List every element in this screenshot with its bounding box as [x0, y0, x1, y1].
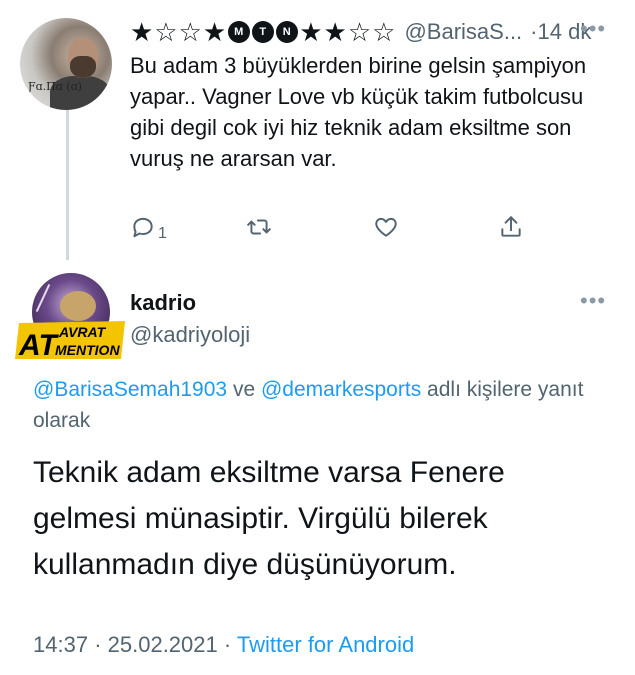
like-button[interactable] [373, 214, 399, 245]
display-name-stars-end: ★★☆☆ [299, 16, 397, 47]
retweet-icon [246, 214, 272, 245]
name-badge-t: T [252, 21, 275, 43]
more-options-icon[interactable]: ••• [580, 288, 606, 314]
avatar-tattoo-text: Ƒɑ.Πɑ (ɑ) [28, 80, 82, 93]
user-handle[interactable]: @kadriyoloji [130, 322, 250, 348]
avatar[interactable]: Ƒɑ.Πɑ (ɑ) [20, 18, 112, 110]
reply-icon [130, 214, 156, 245]
user-handle[interactable]: @BarisaS... [404, 19, 522, 45]
reply-count: 1 [158, 224, 167, 242]
share-button[interactable] [498, 214, 524, 245]
tweet-actions: 1 [130, 214, 530, 250]
tweet-time[interactable]: 14:37 [33, 632, 88, 657]
tweet-header: ★☆☆★ M T N ★★☆☆ @BarisaS... ·14 dk [130, 14, 610, 50]
thread-connector-line [66, 104, 69, 260]
tweet-text: Teknik adam eksiltme varsa Fenere gelmes… [33, 456, 505, 581]
avatar-lightning-bolt [35, 283, 51, 313]
tweet-text: Bu adam 3 büyüklerden birine gelsin şamp… [130, 53, 587, 171]
name-badge-n: N [276, 21, 299, 43]
reply-button[interactable]: 1 [130, 214, 167, 245]
tweet-date[interactable]: 25.02.2021 [108, 632, 218, 657]
meta-separator: · [223, 632, 232, 657]
mention-link[interactable]: @demarkesports [261, 378, 421, 401]
replying-to-line: @BarisaSemah1903 ve @demarkesports adlı … [33, 374, 593, 436]
profile-badge-logo: AT AVRAT MENTION [15, 321, 125, 361]
heart-icon [373, 214, 399, 245]
name-badge-m: M [228, 21, 251, 43]
meta-separator: · [94, 632, 102, 657]
share-icon [498, 214, 524, 245]
display-name-stars-start: ★☆☆★ [130, 16, 228, 47]
mention-link[interactable]: @BarisaSemah1903 [33, 378, 227, 401]
badge-text-top: AVRAT [58, 324, 107, 340]
badge-text-left: AT [18, 329, 59, 361]
display-name[interactable]: kadrio [130, 290, 196, 316]
badge-text-bottom: MENTION [55, 342, 120, 358]
more-options-icon[interactable]: ••• [580, 16, 606, 42]
tweet-source-link[interactable]: Twitter for Android [237, 632, 414, 657]
tweet-metadata: 14:37 · 25.02.2021 · Twitter for Android [33, 632, 414, 658]
avatar-cat-figure [60, 291, 96, 321]
avatar-figure-beard [70, 56, 96, 78]
display-name[interactable]: ★☆☆★ M T N ★★☆☆ [130, 17, 396, 48]
reply-connector-text: ve [232, 378, 256, 401]
retweet-button[interactable] [246, 214, 272, 245]
